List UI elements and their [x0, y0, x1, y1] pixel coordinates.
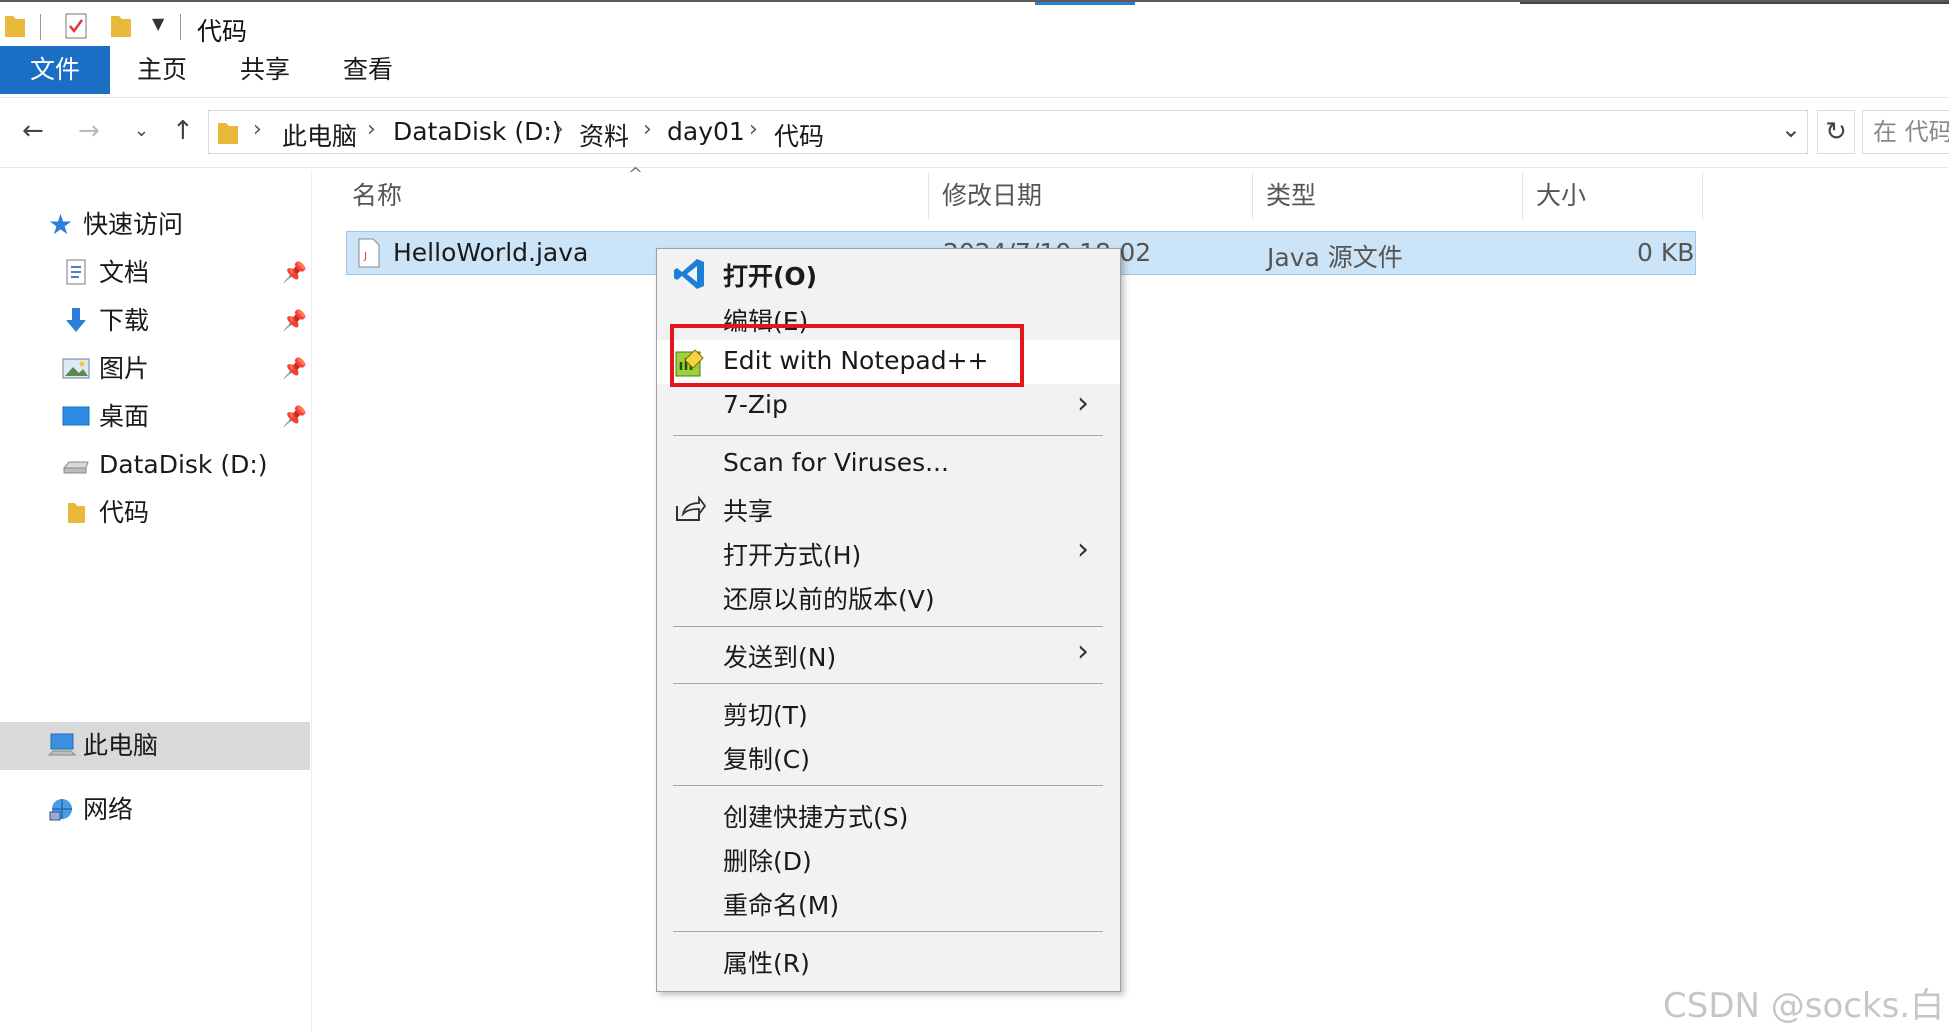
title-edge: [1520, 2, 1949, 4]
menu-item-open-with[interactable]: 打开方式(H) ›: [657, 530, 1120, 574]
nav-this-pc[interactable]: 此电脑: [48, 723, 308, 769]
column-divider[interactable]: [1522, 172, 1523, 220]
menu-item-open[interactable]: 打开(O): [657, 251, 1120, 295]
nav-item-desktop[interactable]: 桌面: [62, 394, 307, 440]
address-bar[interactable]: › 此电脑 › DataDisk (D:) › 资料 › day01 › 代码 …: [208, 110, 1808, 154]
computer-icon: [48, 733, 76, 756]
breadcrumb-chevron-icon[interactable]: ›: [253, 117, 262, 142]
column-divider[interactable]: [928, 172, 929, 220]
column-divider[interactable]: [1702, 172, 1703, 220]
properties-icon[interactable]: [64, 12, 90, 40]
back-arrow-icon[interactable]: ←: [22, 116, 44, 146]
menu-item-properties[interactable]: 属性(R): [657, 938, 1120, 982]
tab-file[interactable]: 文件: [0, 46, 110, 94]
quick-access-dropdown-icon[interactable]: ▼: [152, 14, 164, 33]
menu-item-cut[interactable]: 剪切(T): [657, 690, 1120, 734]
nav-network[interactable]: 网络: [48, 787, 308, 833]
tab-view[interactable]: 查看: [328, 46, 408, 94]
file-name: HelloWorld.java: [393, 238, 589, 267]
menu-item-create-shortcut[interactable]: 创建快捷方式(S): [657, 792, 1120, 836]
tab-home[interactable]: 主页: [122, 46, 202, 94]
title-separator-2: [180, 14, 181, 40]
breadcrumb-chevron-icon[interactable]: ›: [555, 117, 564, 142]
navigation-pane: ★ 快速访问 文档 📌 下载 📌 图片 📌 桌面 📌 DataDisk (D:)…: [0, 170, 312, 1031]
column-divider[interactable]: [1252, 172, 1253, 220]
window-title: 代码: [197, 17, 248, 46]
breadcrumb-day01[interactable]: day01: [667, 117, 745, 146]
pin-icon[interactable]: 📌: [282, 404, 307, 428]
menu-item-rename[interactable]: 重命名(M): [657, 880, 1120, 924]
title-bar: ▼ 代码: [0, 0, 1949, 46]
address-row: ← → ⌄ ↑ › 此电脑 › DataDisk (D:) › 资料 › day…: [0, 98, 1949, 168]
tab-share[interactable]: 共享: [225, 46, 305, 94]
title-separator: [40, 14, 41, 40]
folder-icon: [218, 123, 238, 144]
drive-icon: [62, 461, 89, 474]
column-header-size[interactable]: 大小: [1536, 176, 1686, 216]
download-arrow-icon: [66, 308, 86, 332]
nav-quick-access[interactable]: ★ 快速访问: [48, 202, 308, 248]
breadcrumb-chevron-icon[interactable]: ›: [749, 117, 758, 142]
nav-item-downloads[interactable]: 下载: [62, 298, 307, 344]
nav-item-documents[interactable]: 文档: [62, 250, 307, 296]
menu-separator: [673, 626, 1103, 627]
up-arrow-icon[interactable]: ↑: [172, 116, 194, 146]
nav-item-pictures[interactable]: 图片: [62, 346, 307, 392]
share-icon: [676, 495, 707, 521]
menu-separator: [673, 683, 1103, 684]
menu-item-7zip[interactable]: 7-Zip ›: [657, 384, 1120, 428]
breadcrumb-this-pc[interactable]: 此电脑: [282, 117, 357, 153]
desktop-icon: [62, 406, 90, 426]
java-file-icon: J: [358, 238, 380, 268]
ribbon: 文件 主页 共享 查看: [0, 46, 1949, 98]
menu-item-share[interactable]: 共享: [657, 486, 1120, 530]
menu-separator: [673, 435, 1103, 436]
title-accent: [1035, 2, 1135, 5]
pin-icon[interactable]: 📌: [282, 308, 307, 332]
refresh-icon[interactable]: ↻: [1817, 110, 1855, 154]
forward-arrow-icon[interactable]: →: [78, 116, 100, 146]
breadcrumb-datadisk[interactable]: DataDisk (D:): [393, 117, 562, 146]
column-header-type[interactable]: 类型: [1266, 176, 1516, 216]
menu-item-delete[interactable]: 删除(D): [657, 836, 1120, 880]
file-type: Java 源文件: [1267, 243, 1403, 272]
breadcrumb-chevron-icon[interactable]: ›: [367, 117, 376, 142]
address-dropdown-icon[interactable]: ⌄: [1781, 115, 1801, 143]
menu-item-send-to[interactable]: 发送到(N) ›: [657, 632, 1120, 676]
pictures-icon: [62, 358, 90, 379]
svg-text:J: J: [363, 251, 367, 262]
menu-separator: [673, 785, 1103, 786]
folder-icon: [68, 503, 85, 523]
search-input[interactable]: 在 代码: [1862, 110, 1949, 154]
nav-item-code-folder[interactable]: 代码: [62, 490, 307, 536]
star-icon: ★: [48, 208, 74, 241]
highlight-box: [670, 324, 1024, 387]
folder-icon: [5, 16, 25, 37]
submenu-chevron-icon: ›: [1077, 386, 1089, 421]
breadcrumb-chevron-icon[interactable]: ›: [643, 117, 652, 142]
menu-item-scan-viruses[interactable]: Scan for Viruses...: [657, 442, 1120, 486]
column-header-name[interactable]: 名称: [352, 176, 922, 216]
menu-item-copy[interactable]: 复制(C): [657, 734, 1120, 778]
new-folder-icon[interactable]: [110, 12, 132, 38]
submenu-chevron-icon: ›: [1077, 532, 1089, 567]
nav-item-datadisk[interactable]: DataDisk (D:): [62, 442, 307, 488]
menu-separator: [673, 931, 1103, 932]
column-header-modified[interactable]: 修改日期: [942, 176, 1242, 216]
watermark: CSDN @socks.白: [1663, 986, 1945, 1026]
vscode-icon: [674, 259, 704, 289]
documents-icon: [66, 259, 86, 285]
breadcrumb-ziliao[interactable]: 资料: [579, 117, 629, 153]
breadcrumb-daima[interactable]: 代码: [774, 117, 824, 153]
menu-item-restore-versions[interactable]: 还原以前的版本(V): [657, 574, 1120, 618]
pin-icon[interactable]: 📌: [282, 260, 307, 284]
recent-locations-chevron-icon[interactable]: ⌄: [134, 120, 149, 141]
file-size: 0 KB: [1637, 238, 1695, 267]
pin-icon[interactable]: 📌: [282, 356, 307, 380]
network-icon: [49, 799, 72, 821]
submenu-chevron-icon: ›: [1077, 634, 1089, 669]
